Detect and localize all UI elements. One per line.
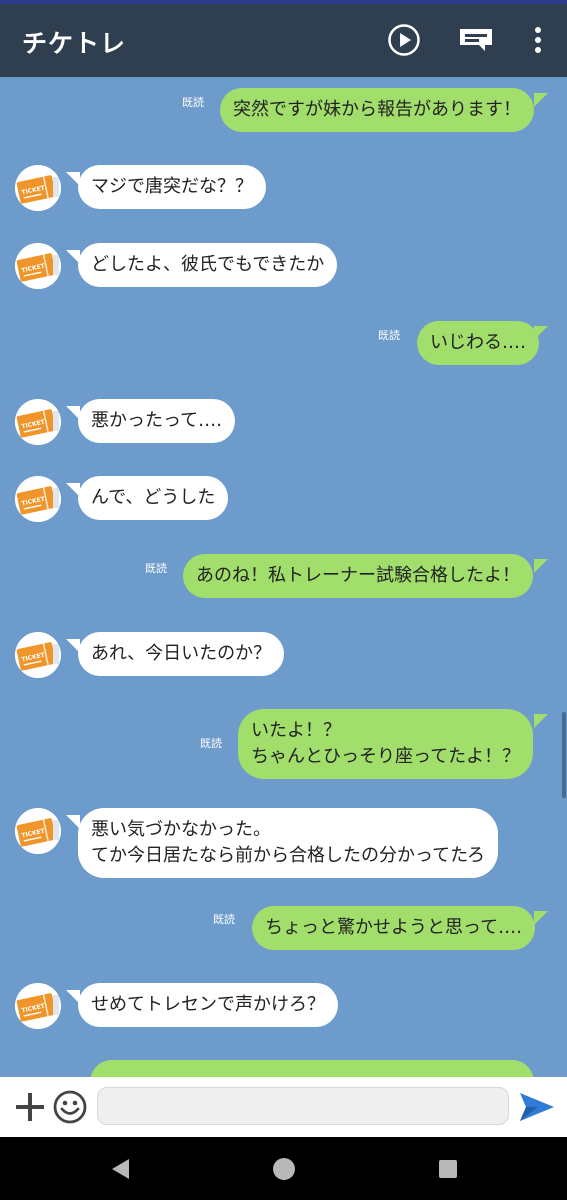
- message-text: マジで唐突だな？？: [91, 176, 253, 197]
- send-icon: [520, 1093, 554, 1121]
- home-icon: [273, 1158, 295, 1180]
- incoming-message: 悪い気づかなかった。 てか今日居たなら前から合格したの分かってたろ: [78, 808, 499, 878]
- bubble-tail: [534, 326, 548, 340]
- message-text: 悪かったって‥‥: [91, 410, 223, 431]
- more-menu-button[interactable]: [520, 22, 556, 58]
- message-text: 悪い気づかなかった。: [91, 819, 271, 840]
- read-receipt: 既読: [213, 913, 235, 926]
- back-button[interactable]: [106, 1155, 134, 1183]
- ticket-icon: TICKET: [15, 399, 61, 445]
- avatar[interactable]: TICKET: [15, 808, 61, 854]
- message-text: ちょっと驚かせようと思って‥‥: [265, 917, 523, 938]
- outgoing-message: 突然ですが妹から報告があります！: [220, 88, 534, 132]
- play-icon: [388, 24, 420, 56]
- note-icon: [460, 29, 492, 51]
- chat-scrollbar[interactable]: [562, 712, 566, 798]
- send-button[interactable]: [518, 1089, 556, 1125]
- message-text: 突然ですが妹から報告があります！: [233, 99, 521, 120]
- read-receipt: 既読: [378, 329, 400, 342]
- system-nav-bar: [0, 1137, 567, 1200]
- ticket-icon: TICKET: [15, 476, 61, 522]
- message-text: せめてトレセンで声かけろ？: [91, 994, 325, 1015]
- read-receipt: 既読: [182, 96, 204, 109]
- message-text: あのね！私トレーナー試験合格したよ！: [196, 565, 520, 586]
- recents-icon: [439, 1160, 457, 1178]
- message-text: んで、どうした: [91, 487, 216, 508]
- message-text: いじわる‥‥: [430, 332, 527, 353]
- outgoing-message: あのね！私トレーナー試験合格したよ！: [183, 554, 533, 598]
- add-button[interactable]: [12, 1089, 48, 1125]
- bubble-tail: [534, 714, 548, 728]
- plus-icon: [16, 1093, 44, 1121]
- bubble-tail: [534, 559, 548, 573]
- incoming-message: せめてトレセンで声かけろ？: [78, 983, 338, 1027]
- message-text: ちゃんとひっそり座ってたよ！？: [251, 746, 521, 767]
- bubble-tail: [534, 911, 548, 925]
- read-receipt: 既読: [145, 562, 167, 575]
- note-button[interactable]: [458, 22, 494, 58]
- message-input-bar: [0, 1077, 567, 1137]
- ticket-icon: TICKET: [15, 632, 61, 678]
- avatar[interactable]: TICKET: [15, 476, 61, 522]
- ticket-icon: TICKET: [15, 243, 61, 289]
- outgoing-message-partial: [90, 1060, 534, 1077]
- outgoing-message: いたよ！？ ちゃんとひっそり座ってたよ！？: [238, 709, 534, 779]
- message-text: どしたよ、彼氏でもできたか: [91, 254, 325, 275]
- chat-title: チケトレ: [22, 29, 127, 58]
- incoming-message: 悪かったって‥‥: [78, 399, 236, 443]
- chat-area[interactable]: 既読 突然ですが妹から報告があります！ TICKET マジで唐突だな？？ TIC…: [0, 77, 567, 1077]
- incoming-message: マジで唐突だな？？: [78, 165, 266, 209]
- avatar[interactable]: TICKET: [15, 399, 61, 445]
- outgoing-message: いじわる‥‥: [417, 321, 540, 365]
- ticket-icon: TICKET: [15, 983, 61, 1029]
- ticket-icon: TICKET: [15, 808, 61, 854]
- message-input[interactable]: [97, 1087, 509, 1125]
- avatar[interactable]: TICKET: [15, 165, 61, 211]
- play-button[interactable]: [386, 22, 422, 58]
- avatar[interactable]: TICKET: [15, 983, 61, 1029]
- bubble-tail: [534, 93, 548, 107]
- incoming-message: どしたよ、彼氏でもできたか: [78, 243, 338, 287]
- home-button[interactable]: [270, 1155, 298, 1183]
- smiley-icon: [53, 1090, 87, 1124]
- read-receipt: 既読: [200, 737, 222, 750]
- avatar[interactable]: TICKET: [15, 243, 61, 289]
- outgoing-message: ちょっと驚かせようと思って‥‥: [252, 906, 536, 950]
- incoming-message: んで、どうした: [78, 476, 229, 520]
- app-header: チケトレ: [0, 4, 567, 77]
- emoji-button[interactable]: [52, 1089, 88, 1125]
- message-text: てか今日居たなら前から合格したの分かってたろ: [91, 845, 486, 866]
- ticket-icon: TICKET: [15, 165, 61, 211]
- avatar[interactable]: TICKET: [15, 632, 61, 678]
- message-text: あれ、今日いたのか？: [91, 643, 272, 664]
- more-vertical-icon: [535, 27, 541, 53]
- message-text: いたよ！？: [251, 720, 341, 741]
- recents-button[interactable]: [434, 1155, 462, 1183]
- back-icon: [112, 1159, 129, 1179]
- incoming-message: あれ、今日いたのか？: [78, 632, 285, 676]
